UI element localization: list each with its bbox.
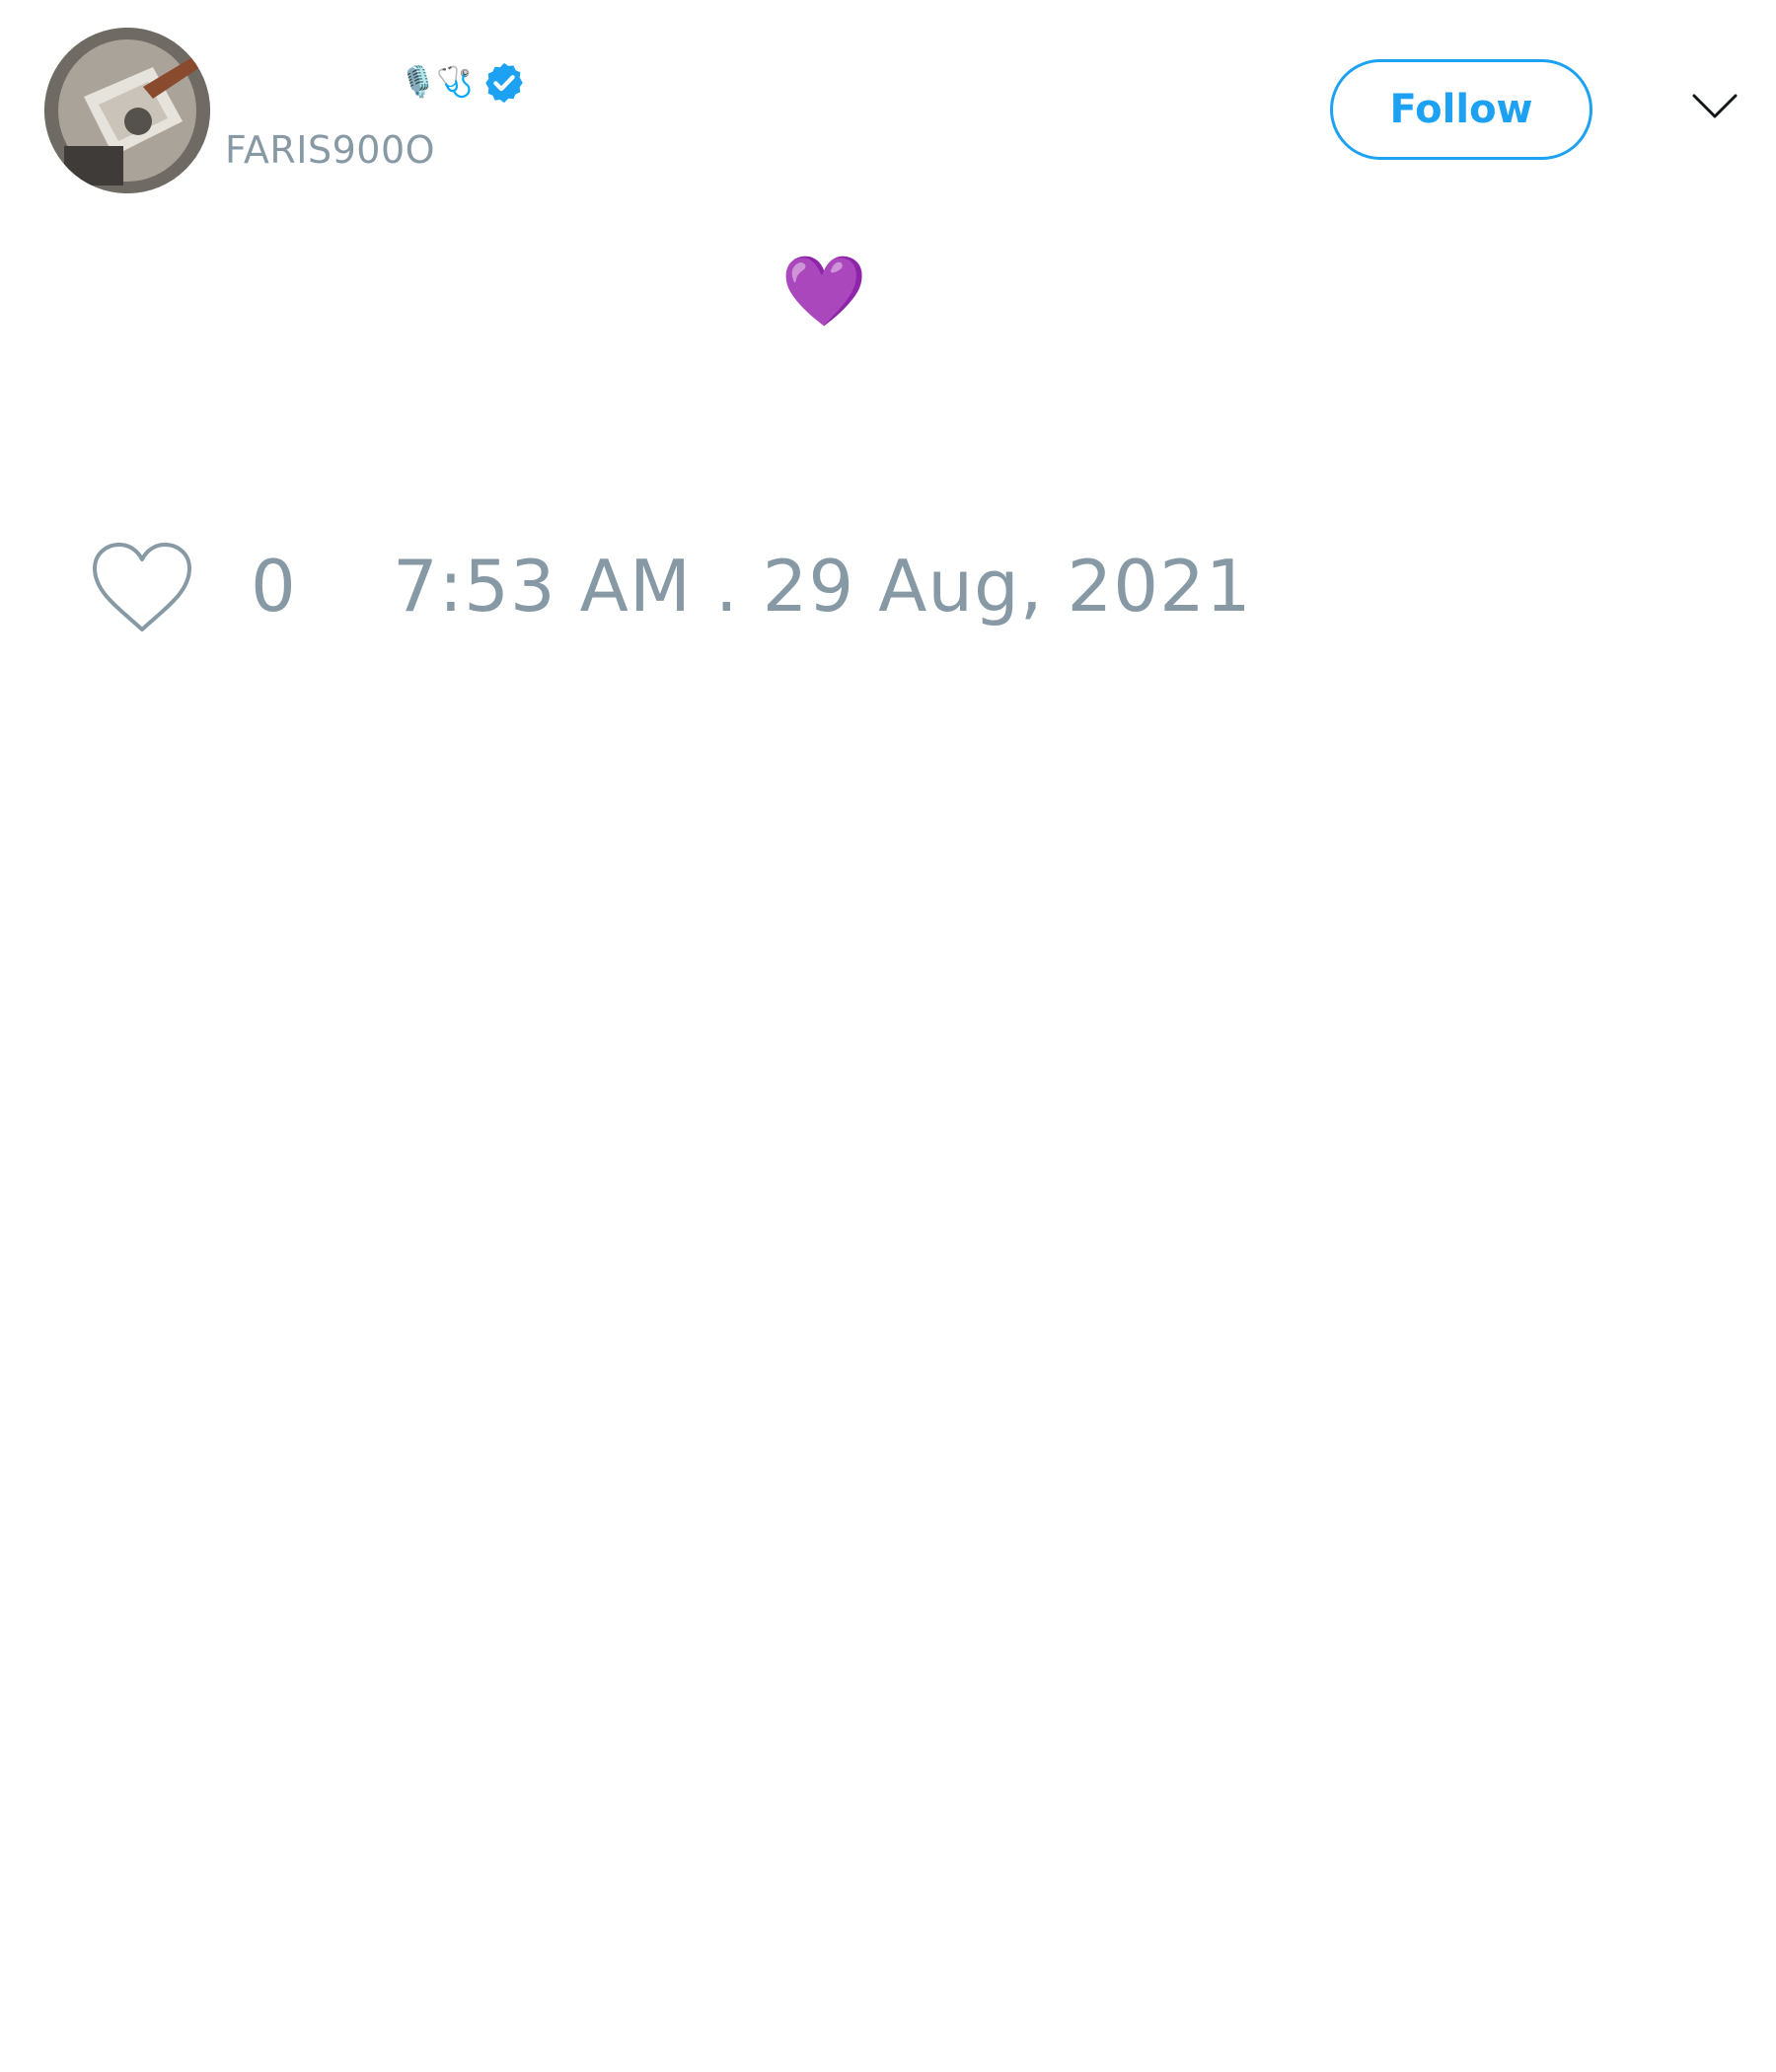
user-handle[interactable]: FARIS900O	[225, 128, 435, 172]
avatar[interactable]	[44, 28, 210, 193]
tweet-card: 🎙️🩺 FARIS900O Follow 💜 0 7:53 AM . 29 Au…	[0, 0, 1776, 2072]
heart-outline-icon[interactable]	[89, 541, 195, 635]
tweet-text: 💜	[780, 251, 868, 332]
like-count: 0	[251, 545, 296, 628]
follow-button[interactable]: Follow	[1330, 59, 1592, 160]
avatar-image	[44, 28, 210, 193]
chevron-down-icon[interactable]	[1691, 91, 1739, 120]
display-name-emoji: 🎙️🩺	[400, 65, 474, 100]
tweet-timestamp[interactable]: 7:53 AM . 29 Aug, 2021	[393, 545, 1252, 628]
display-name-line[interactable]: 🎙️🩺	[400, 59, 527, 107]
verified-badge-icon	[484, 62, 523, 104]
